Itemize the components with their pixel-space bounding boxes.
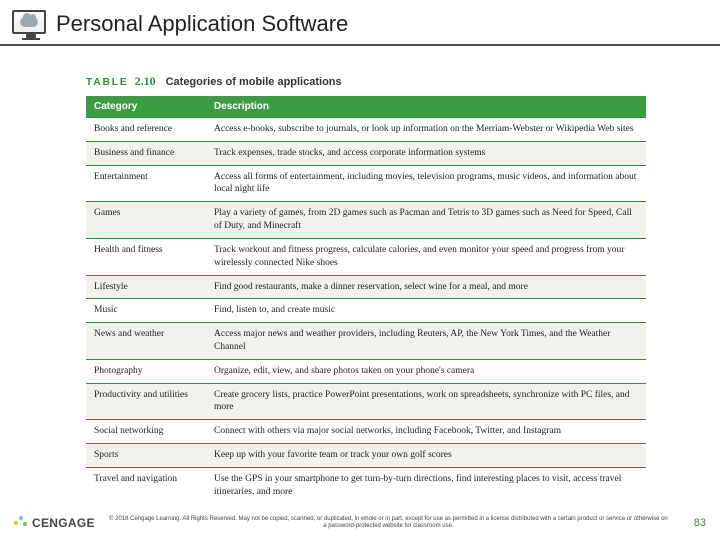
copyright-text: © 2018 Cengage Learning. All Rights Rese… <box>95 516 682 530</box>
brand-name: CENGAGE <box>32 516 95 530</box>
title-bar: Personal Application Software <box>0 0 720 46</box>
table-row: GamesPlay a variety of games, from 2D ga… <box>86 202 646 239</box>
table-row: Travel and navigationUse the GPS in your… <box>86 467 646 503</box>
page-title: Personal Application Software <box>56 11 348 37</box>
categories-table: Category Description Books and reference… <box>86 96 646 503</box>
table-number: 2.10 <box>135 74 156 88</box>
table-row: SportsKeep up with your favorite team or… <box>86 444 646 468</box>
table-row: News and weatherAccess major news and we… <box>86 323 646 360</box>
table-caption: TABLE 2.10 Categories of mobile applicat… <box>86 72 680 90</box>
col-category: Category <box>86 96 206 118</box>
slide: Personal Application Software TABLE 2.10… <box>0 0 720 540</box>
table-row: LifestyleFind good restaurants, make a d… <box>86 275 646 299</box>
brand-dots-icon <box>14 516 28 530</box>
col-description: Description <box>206 96 646 118</box>
table-row: Productivity and utilitiesCreate grocery… <box>86 383 646 420</box>
table-title: Categories of mobile applications <box>166 76 342 88</box>
table-row: Books and referenceAccess e-books, subsc… <box>86 118 646 142</box>
footer: CENGAGE © 2018 Cengage Learning. All Rig… <box>0 516 720 530</box>
table-label: TABLE <box>86 77 129 88</box>
table-row: MusicFind, listen to, and create music <box>86 299 646 323</box>
content-area: TABLE 2.10 Categories of mobile applicat… <box>0 46 720 503</box>
brand-logo: CENGAGE <box>14 516 95 530</box>
table-row: Business and financeTrack expenses, trad… <box>86 141 646 165</box>
table-row: Health and fitnessTrack workout and fitn… <box>86 238 646 275</box>
table-row: Social networkingConnect with others via… <box>86 420 646 444</box>
table-row: EntertainmentAccess all forms of enterta… <box>86 165 646 202</box>
computer-cloud-icon <box>12 10 46 38</box>
table-row: PhotographyOrganize, edit, view, and sha… <box>86 359 646 383</box>
page-number: 83 <box>682 517 706 529</box>
table-header-row: Category Description <box>86 96 646 118</box>
